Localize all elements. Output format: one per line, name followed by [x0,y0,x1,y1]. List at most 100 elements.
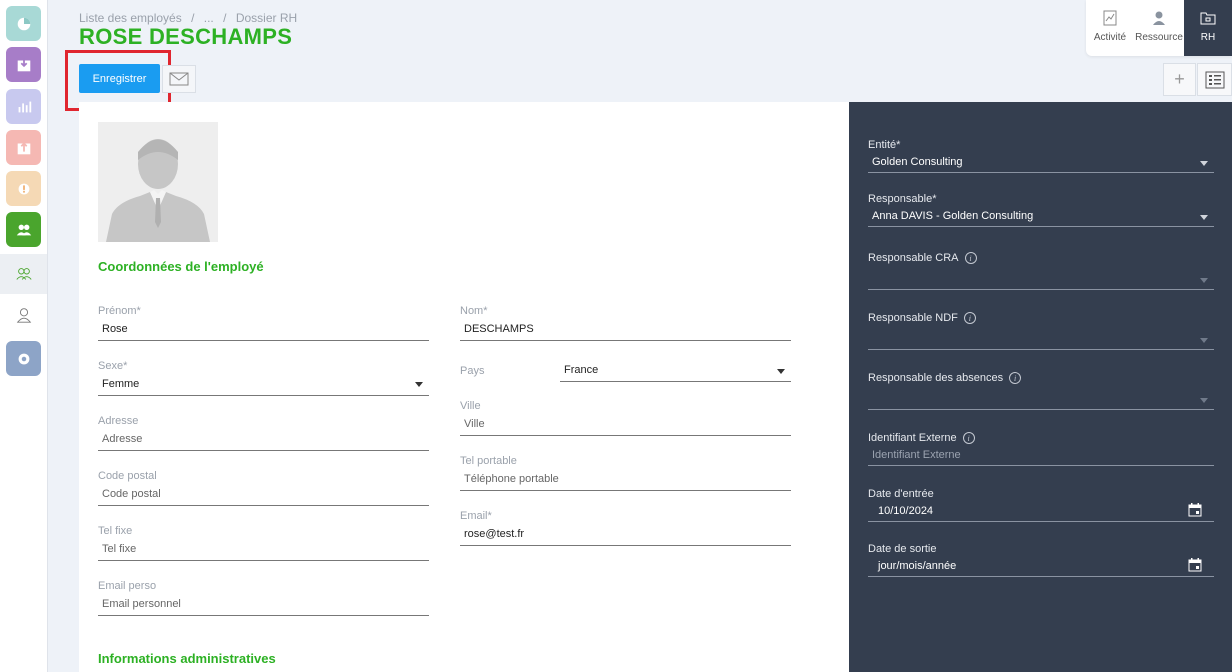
responsable-absences-field: Responsable des absences i [868,372,1214,410]
responsable-select[interactable]: Anna DAVIS - Golden Consulting [868,205,1214,227]
responsable-absences-select[interactable] [868,384,1214,410]
user-outline-icon [16,308,31,323]
responsable-cra-label: Responsable CRA i [868,252,1214,264]
email-input[interactable]: rose@test.fr [460,522,791,546]
email-perso-label: Email perso [98,580,157,592]
responsable-cra-select[interactable] [868,264,1214,290]
chevron-down-icon [1200,278,1208,283]
person-silhouette-icon [98,122,218,242]
sidebar-stats-icon[interactable] [6,89,41,124]
pays-select[interactable]: France [560,364,791,382]
sexe-select[interactable]: Femme [98,372,429,396]
prenom-input[interactable]: Rose [98,317,429,341]
breadcrumb-separator: / [223,11,227,25]
mail-icon [169,72,189,86]
tel-portable-field: Tel portable Téléphone portable [460,455,791,491]
plus-icon: + [1174,69,1185,89]
responsable-absences-label-text: Responsable des absences [868,372,1004,384]
calendar-icon[interactable] [1188,558,1202,572]
list-view-button[interactable] [1197,63,1232,96]
entite-value: Golden Consulting [872,156,963,168]
tab-activite[interactable]: Activité [1086,0,1134,56]
chevron-down-icon [1200,398,1208,403]
responsable-absences-label: Responsable des absences i [868,372,1214,384]
responsable-ndf-field: Responsable NDF i [868,312,1214,350]
email-perso-field: Email perso Email personnel [98,580,429,616]
identifiant-externe-field: Identifiant Externe i Identifiant Externe [868,432,1214,466]
info-icon[interactable]: i [962,432,975,444]
email-perso-input[interactable]: Email personnel [98,592,429,616]
info-icon[interactable]: i [963,312,976,324]
responsable-ndf-label-text: Responsable NDF [868,312,958,324]
add-button[interactable]: + [1163,63,1196,96]
pays-field: Pays France [460,364,791,382]
adresse-label: Adresse [98,415,139,427]
tel-fixe-input[interactable]: Tel fixe [98,537,429,561]
sidebar-dashboard-icon[interactable] [6,6,41,41]
entite-select[interactable]: Golden Consulting [868,151,1214,173]
pays-label: Pays [460,365,485,377]
tab-rh[interactable]: RH [1184,0,1232,56]
breadcrumb-employee-list[interactable]: Liste des employés [79,11,182,25]
download-box-icon [17,57,30,71]
tel-fixe-label: Tel fixe [98,525,133,537]
breadcrumb-separator: / [191,11,195,25]
code-postal-field: Code postal Code postal [98,470,429,506]
responsable-label-text: Responsable* [868,193,937,205]
sidebar-employees-icon[interactable] [0,254,47,294]
sexe-value: Femme [102,378,140,390]
prenom-field: Prénom* Rose [98,305,429,341]
date-sortie-label-text: Date de sortie [868,543,937,555]
prenom-label: Prénom* [98,305,141,317]
chevron-down-icon [1200,161,1208,166]
sidebar-alert-icon[interactable] [6,171,41,206]
nom-label: Nom* [460,305,488,317]
tab-ressource[interactable]: Ressource [1134,0,1184,56]
breadcrumb-ellipsis[interactable]: ... [204,11,214,25]
responsable-ndf-select[interactable] [868,324,1214,350]
adresse-input[interactable]: Adresse [98,427,429,451]
sidebar-box-icon[interactable] [6,47,41,82]
date-entree-value: 10/10/2024 [878,505,934,517]
date-entree-label-text: Date d'entrée [868,488,934,500]
app-sidebar [0,0,48,672]
chart-icon [1103,10,1117,26]
employee-photo[interactable] [98,122,218,242]
tel-fixe-field: Tel fixe Tel fixe [98,525,429,561]
identifiant-externe-input[interactable]: Identifiant Externe [868,444,1214,466]
sidebar-profile-icon[interactable] [0,295,47,335]
ville-input[interactable]: Ville [460,412,791,436]
section-coordinates-title: Coordonnées de l'employé [98,259,264,274]
nom-input[interactable]: DESCHAMPS [460,317,791,341]
section-admin-title: Informations administratives [98,651,276,666]
responsable-field: Responsable* Anna DAVIS - Golden Consult… [868,193,1214,227]
upload-box-icon [17,141,30,154]
info-icon[interactable]: i [1009,372,1022,384]
calendar-icon[interactable] [1188,503,1202,517]
sidebar-export-icon[interactable] [6,130,41,165]
code-postal-input[interactable]: Code postal [98,482,429,506]
date-sortie-input[interactable]: jour/mois/année [868,555,1214,577]
pays-value: France [564,364,599,376]
responsable-label: Responsable* [868,193,1214,205]
tab-ressource-label: Ressource [1135,32,1183,43]
date-sortie-value: jour/mois/année [878,560,957,572]
entite-field: Entité* Golden Consulting [868,139,1214,173]
sidebar-settings-icon[interactable] [6,341,41,376]
nom-field: Nom* DESCHAMPS [460,305,791,341]
chevron-down-icon [777,369,785,374]
user-icon [1153,11,1165,25]
tel-portable-input[interactable]: Téléphone portable [460,467,791,491]
sidebar-team-icon[interactable] [6,212,41,247]
entite-label-text: Entité* [868,139,901,151]
page-title: ROSE DESCHAMPS [79,24,293,49]
identifiant-externe-label: Identifiant Externe i [868,432,1214,444]
tab-rh-label: RH [1200,32,1216,43]
mail-button[interactable] [162,65,196,93]
sexe-label: Sexe* [98,360,128,372]
responsable-ndf-label: Responsable NDF i [868,312,1214,324]
info-icon[interactable]: i [964,252,977,264]
bar-chart-icon [18,101,31,112]
date-entree-input[interactable]: 10/10/2024 [868,500,1214,522]
ville-field: Ville Ville [460,400,791,436]
